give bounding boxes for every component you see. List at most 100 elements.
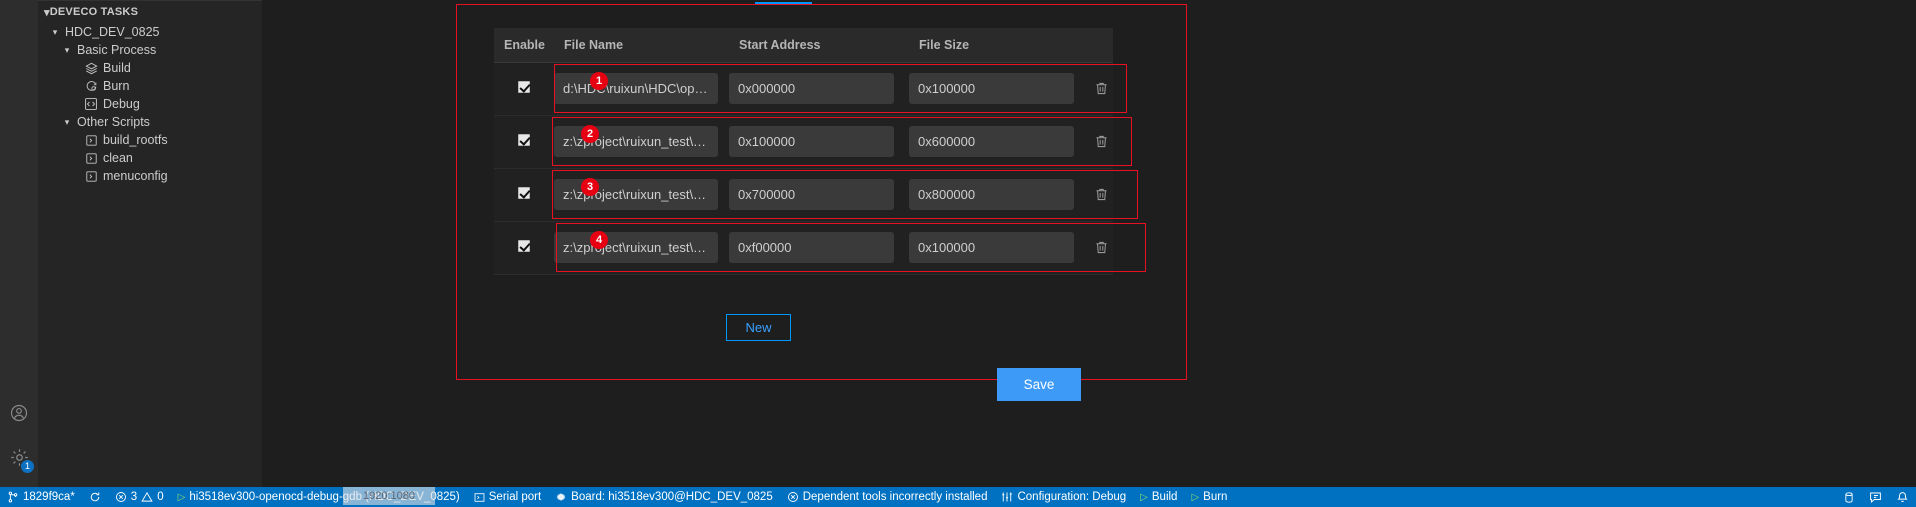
status-configuration[interactable]: Configuration: Debug: [994, 487, 1133, 507]
burn-label: Burn: [1203, 491, 1228, 503]
tree-item-label: clean: [103, 151, 133, 165]
file-size-input[interactable]: [909, 179, 1074, 210]
status-dependency-warning[interactable]: Dependent tools incorrectly installed: [780, 487, 995, 507]
enable-checkbox[interactable]: [518, 186, 530, 199]
save-button[interactable]: Save: [997, 368, 1081, 401]
status-git-branch[interactable]: 1829f9ca*: [0, 487, 82, 507]
start-address-input[interactable]: [729, 179, 894, 210]
trash-icon[interactable]: [1089, 81, 1113, 96]
tree-item-build-rootfs[interactable]: build_rootfs: [38, 131, 262, 149]
gear-icon[interactable]: 1: [0, 435, 38, 479]
board-gear-icon: [555, 491, 567, 503]
tree-item-debug[interactable]: Debug: [38, 95, 262, 113]
git-branch-icon: [7, 491, 19, 503]
enable-checkbox[interactable]: [518, 239, 530, 252]
status-burn-button[interactable]: ▷ Burn: [1184, 487, 1234, 507]
task-tree: ▾ HDC_DEV_0825 ▾ Basic Process Build Burn Debu…: [38, 23, 262, 185]
configuration-label: Configuration: Debug: [1017, 491, 1127, 503]
file-size-input-cell: [909, 62, 1089, 116]
trash-icon[interactable]: [1089, 187, 1113, 202]
burn-icon: [82, 80, 100, 93]
sidebar-section-header[interactable]: ▾ DEVECO TASKS: [38, 1, 262, 23]
tree-item-basic-process[interactable]: ▾ Basic Process: [38, 41, 262, 59]
bell-icon[interactable]: [1889, 487, 1916, 507]
tree-item-label: Debug: [103, 97, 140, 111]
terminal-icon: [82, 152, 100, 165]
table-header: Enable File Name Start Address File Size: [494, 28, 1113, 63]
start-address-input[interactable]: [729, 126, 894, 157]
tree-item-hdc-dev-0825[interactable]: ▾ HDC_DEV_0825: [38, 23, 262, 41]
file-name-input[interactable]: [554, 126, 718, 157]
start-address-input-cell: [729, 62, 909, 116]
status-serial-port[interactable]: Serial port: [467, 487, 548, 507]
trash-icon[interactable]: [1089, 240, 1113, 255]
code-icon: [82, 97, 100, 111]
start-address-input-cell: [729, 168, 909, 222]
resolution-overlay: 1920:1080: [343, 487, 435, 505]
table-row: [494, 221, 1113, 275]
warning-icon: [141, 491, 153, 503]
database-icon[interactable]: [1836, 487, 1862, 507]
file-size-input[interactable]: [909, 126, 1074, 157]
enable-cell: [494, 115, 554, 169]
tree-item-label: Basic Process: [77, 43, 157, 57]
enable-checkbox[interactable]: [518, 80, 530, 93]
status-bar-right-group: [1836, 487, 1916, 507]
play-icon: ▷: [177, 491, 186, 503]
trash-icon[interactable]: [1089, 134, 1113, 149]
tree-item-other-scripts[interactable]: ▾ Other Scripts: [38, 113, 262, 131]
annotation-badge-3: 3: [581, 178, 599, 196]
file-size-input-cell: [909, 115, 1089, 169]
enable-checkbox[interactable]: [518, 133, 530, 146]
tree-item-label: Burn: [103, 79, 130, 93]
column-header-enable: Enable: [494, 28, 554, 63]
file-size-input[interactable]: [909, 232, 1074, 263]
start-address-input[interactable]: [729, 232, 894, 263]
account-icon[interactable]: [0, 391, 38, 435]
play-icon: ▷: [1140, 491, 1148, 503]
status-bar: 1829f9ca* 3 0 ▷ hi3518ev300-openocd-debu…: [0, 487, 1916, 507]
chevron-down-icon: ▾: [64, 116, 70, 127]
burn-file-table: Enable File Name Start Address File Size: [494, 28, 1113, 275]
file-size-input[interactable]: [909, 73, 1074, 104]
burn-config-editor: Enable File Name Start Address File Size…: [262, 0, 1916, 487]
enable-cell: [494, 168, 554, 222]
status-problems[interactable]: 3 0: [108, 487, 171, 507]
status-sync-button[interactable]: [82, 487, 108, 507]
chevron-down-icon: ▾: [64, 44, 70, 55]
feedback-icon[interactable]: [1862, 487, 1889, 507]
start-address-input[interactable]: [729, 73, 894, 104]
table-row: [494, 62, 1113, 116]
tree-item-label: Build: [103, 61, 131, 75]
file-name-input[interactable]: [554, 179, 718, 210]
terminal-icon: [474, 492, 485, 503]
tree-item-label: HDC_DEV_0825: [65, 25, 160, 39]
file-name-input-cell: [554, 221, 729, 275]
serial-port-label: Serial port: [488, 491, 542, 503]
file-size-input-cell: [909, 221, 1089, 275]
deveco-studio-window: 1 ▾ DEVECO TASKS ▾ HDC_DEV_0825 ▾ Basic Pro…: [0, 0, 1916, 507]
file-name-input-cell: [554, 115, 729, 169]
column-header-actions: [1089, 28, 1113, 63]
terminal-icon: [82, 170, 100, 183]
enable-cell: [494, 62, 554, 116]
build-label: Build: [1151, 491, 1178, 503]
annotation-badge-4: 4: [590, 231, 608, 249]
dependency-warning-label: Dependent tools incorrectly installed: [802, 491, 988, 503]
chevron-down-icon: ▾: [52, 26, 58, 37]
tree-item-burn[interactable]: Burn: [38, 77, 262, 95]
play-icon: ▷: [1191, 491, 1200, 503]
tree-item-clean[interactable]: clean: [38, 149, 262, 167]
deveco-tasks-sidebar: ▾ DEVECO TASKS ▾ HDC_DEV_0825 ▾ Basic Proce…: [38, 0, 262, 487]
file-name-input-cell: [554, 62, 729, 116]
status-board[interactable]: Board: hi3518ev300@HDC_DEV_0825: [548, 487, 780, 507]
tree-item-build[interactable]: Build: [38, 59, 262, 77]
file-name-input[interactable]: [554, 232, 718, 263]
new-row-button[interactable]: New: [726, 314, 791, 341]
file-name-input[interactable]: [554, 73, 718, 104]
activity-bar: 1: [0, 0, 38, 487]
error-circle-icon: [787, 491, 799, 503]
delete-cell: [1089, 168, 1113, 222]
tree-item-menuconfig[interactable]: menuconfig: [38, 167, 262, 185]
status-build-button[interactable]: ▷ Build: [1133, 487, 1184, 507]
